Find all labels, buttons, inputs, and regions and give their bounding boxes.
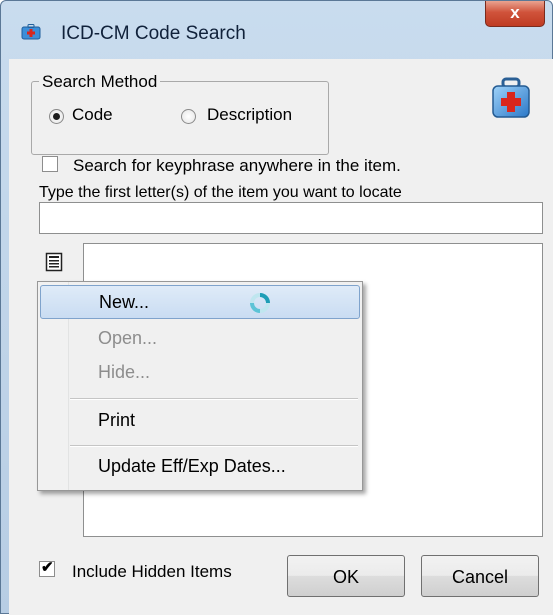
include-hidden-checkbox[interactable]: ✔: [39, 559, 55, 577]
menu-item-new[interactable]: New...: [40, 285, 360, 319]
ok-button[interactable]: OK: [287, 555, 405, 597]
close-button[interactable]: x: [485, 1, 545, 27]
busy-spinner-icon: [250, 293, 270, 313]
anywhere-checkbox[interactable]: [42, 156, 58, 172]
title-bar[interactable]: ICD-CM Code Search x: [1, 1, 552, 44]
menu-separator: [70, 445, 358, 447]
cancel-button[interactable]: Cancel: [421, 555, 539, 597]
search-method-legend: Search Method: [39, 72, 161, 92]
search-field-prompt: Type the first letter(s) of the item you…: [39, 184, 402, 201]
menu-item-print[interactable]: Print: [40, 404, 360, 438]
checkmark-icon: ✔: [41, 559, 54, 576]
medical-app-icon: [21, 24, 41, 40]
anywhere-checkbox-label[interactable]: Search for keyphrase anywhere in the ite…: [73, 156, 401, 176]
description-radio-label[interactable]: Description: [207, 105, 292, 125]
menu-item-new-label: New...: [99, 292, 150, 312]
menu-item-open-label: Open...: [98, 328, 158, 348]
context-menu: New... Open... Hide... Print Update Eff/…: [37, 281, 363, 491]
code-radio-label[interactable]: Code: [72, 105, 113, 125]
list-menu-icon[interactable]: [45, 252, 63, 272]
menu-item-hide: Hide...: [40, 356, 360, 390]
menu-item-hide-label: Hide...: [98, 362, 151, 382]
menu-item-update-dates-label: Update Eff/Exp Dates...: [98, 456, 286, 476]
search-input[interactable]: [39, 202, 543, 234]
include-hidden-label[interactable]: Include Hidden Items: [72, 562, 232, 582]
dialog-window: ICD-CM Code Search x Search Method Code …: [0, 0, 553, 615]
dialog-body: Search Method Code Description Search fo…: [9, 59, 553, 615]
window-title: ICD-CM Code Search: [61, 23, 246, 44]
menu-separator: [70, 398, 358, 400]
description-radio[interactable]: [181, 109, 196, 124]
code-radio[interactable]: [49, 109, 64, 124]
menu-item-print-label: Print: [98, 410, 136, 430]
menu-item-update-dates[interactable]: Update Eff/Exp Dates...: [40, 450, 360, 484]
menu-item-open: Open...: [40, 322, 360, 356]
medical-kit-icon: [492, 77, 530, 118]
